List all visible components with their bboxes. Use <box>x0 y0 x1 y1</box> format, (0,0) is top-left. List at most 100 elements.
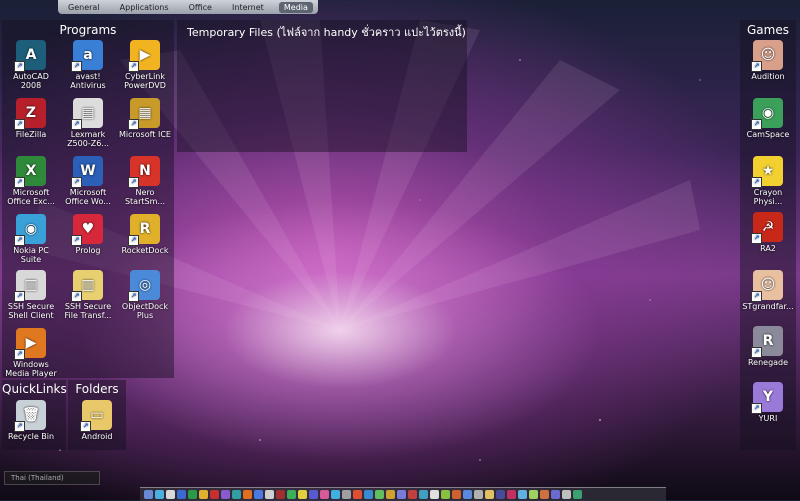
dock-app-icon[interactable] <box>375 490 384 499</box>
shortcut-arrow-icon: ↗ <box>14 291 25 302</box>
dock-app-icon[interactable] <box>265 490 274 499</box>
desktop-shortcut-nero[interactable]: N ↗ Nero StartSm... <box>118 156 172 206</box>
shortcut-arrow-icon: ↗ <box>751 233 762 244</box>
desktop-shortcut-avast[interactable]: a ↗ avast! Antivirus <box>61 40 115 90</box>
shortcut-arrow-icon: ↗ <box>71 177 82 188</box>
powerdvd-icon: ▶ ↗ <box>128 40 160 72</box>
dock-app-icon[interactable] <box>155 490 164 499</box>
dock-app-icon[interactable] <box>474 490 483 499</box>
shortcut-label: Microsoft Office Wo... <box>65 188 111 206</box>
shortcut-arrow-icon: ↗ <box>751 347 762 358</box>
desktop-shortcut-folder[interactable]: ▭ ↗ Android <box>70 400 124 441</box>
desktop-shortcut-word[interactable]: W ↗ Microsoft Office Wo... <box>61 156 115 206</box>
shortcut-arrow-icon: ↗ <box>71 119 82 130</box>
dock-app-icon[interactable] <box>177 490 186 499</box>
dock-app-icon[interactable] <box>529 490 538 499</box>
nero-icon: N ↗ <box>128 156 160 188</box>
shortcut-arrow-icon: ↗ <box>128 235 139 246</box>
dock-app-icon[interactable] <box>573 490 582 499</box>
dock-app-icon[interactable] <box>353 490 362 499</box>
desktop-shortcut-renegade[interactable]: R ↗ Renegade <box>741 326 795 367</box>
tab-office[interactable]: Office <box>184 2 217 13</box>
shortcut-label: CyberLink PowerDVD <box>124 72 166 90</box>
desktop-shortcut-ra2[interactable]: ☭ ↗ RA2 <box>741 212 795 253</box>
dock-app-icon[interactable] <box>452 490 461 499</box>
dock-app-icon[interactable] <box>243 490 252 499</box>
desktop-shortcut-media-player[interactable]: ▶ ↗ Windows Media Player <box>4 328 58 378</box>
shortcut-label: Microsoft ICE <box>119 130 171 139</box>
tab-media[interactable]: Media <box>278 1 313 13</box>
dock-app-icon[interactable] <box>309 490 318 499</box>
shortcut-label: ObjectDock Plus <box>121 302 169 320</box>
dock-app-icon[interactable] <box>298 490 307 499</box>
shortcut-label: Prolog <box>75 246 101 255</box>
desktop-shortcut-printer[interactable]: ▤ ↗ Lexmark Z500-Z6... <box>61 98 115 148</box>
tab-applications[interactable]: Applications <box>115 2 174 13</box>
media-player-icon: ▶ ↗ <box>14 328 46 360</box>
dock-app-icon[interactable] <box>320 490 329 499</box>
dock-app-icon[interactable] <box>232 490 241 499</box>
dock-app-icon[interactable] <box>485 490 494 499</box>
dock-app-icon[interactable] <box>397 490 406 499</box>
shortcut-label: avast! Antivirus <box>70 72 106 90</box>
dock-app-icon[interactable] <box>144 490 153 499</box>
desktop-shortcut-autocad[interactable]: A ↗ AutoCAD 2008 <box>4 40 58 90</box>
dock-app-icon[interactable] <box>210 490 219 499</box>
desktop-shortcut-yuri[interactable]: Y ↗ YURI <box>741 382 795 423</box>
desktop-shortcut-filezilla[interactable]: Z ↗ FileZilla <box>4 98 58 139</box>
shortcut-arrow-icon: ↗ <box>128 61 139 72</box>
camspace-icon: ◉ ↗ <box>751 98 783 130</box>
dock-app-icon[interactable] <box>364 490 373 499</box>
dock-app-icon[interactable] <box>507 490 516 499</box>
dock-app-icon[interactable] <box>419 490 428 499</box>
dock-app-icon[interactable] <box>496 490 505 499</box>
desktop-shortcut-recycle-bin[interactable]: 🗑 ↗ Recycle Bin <box>4 400 58 441</box>
dock-app-icon[interactable] <box>199 490 208 499</box>
shortcut-label: AutoCAD 2008 <box>13 72 49 90</box>
desktop-shortcut-excel[interactable]: X ↗ Microsoft Office Exc... <box>4 156 58 206</box>
excel-icon: X ↗ <box>14 156 46 188</box>
dock-app-icon[interactable] <box>562 490 571 499</box>
desktop-shortcut-crayon-physics[interactable]: ★ ↗ Crayon Physi... <box>741 156 795 206</box>
dock-app-icon[interactable] <box>188 490 197 499</box>
shortcut-label: Lexmark Z500-Z6... <box>67 130 109 148</box>
desktop-shortcut-audition[interactable]: ☺ ↗ Audition <box>741 40 795 81</box>
dock-app-icon[interactable] <box>331 490 340 499</box>
prolog-icon: ♥ ↗ <box>71 214 103 246</box>
folder-icon: ▭ ↗ <box>80 400 112 432</box>
filezilla-icon: Z ↗ <box>14 98 46 130</box>
language-indicator[interactable]: Thai (Thailand) <box>4 471 100 485</box>
desktop-shortcut-ice[interactable]: ▦ ↗ Microsoft ICE <box>118 98 172 139</box>
dock-app-icon[interactable] <box>430 490 439 499</box>
dock-app-icon[interactable] <box>166 490 175 499</box>
dock-app-icon[interactable] <box>540 490 549 499</box>
dock-app-icon[interactable] <box>287 490 296 499</box>
dock-app-icon[interactable] <box>342 490 351 499</box>
tab-general[interactable]: General <box>63 2 105 13</box>
tab-internet[interactable]: Internet <box>227 2 269 13</box>
desktop-shortcut-camspace[interactable]: ◉ ↗ CamSpace <box>741 98 795 139</box>
desktop-shortcut-powerdvd[interactable]: ▶ ↗ CyberLink PowerDVD <box>118 40 172 90</box>
desktop-shortcut-stgrandfar[interactable]: ☺ ↗ STgrandfar... <box>741 270 795 311</box>
desktop-shortcut-ssh-transfer[interactable]: ▥ ↗ SSH Secure File Transf... <box>61 270 115 320</box>
dock-app-icon[interactable] <box>254 490 263 499</box>
desktop-shortcut-ssh-client[interactable]: ▥ ↗ SSH Secure Shell Client <box>4 270 58 320</box>
dock-app-icon[interactable] <box>276 490 285 499</box>
shortcut-arrow-icon: ↗ <box>14 235 25 246</box>
dock-app-icon[interactable] <box>463 490 472 499</box>
temporary-files-fence: Temporary Files (ไฟล์จาก handy ชั่วคราว … <box>177 20 467 152</box>
dock-app-icon[interactable] <box>518 490 527 499</box>
dock-app-icon[interactable] <box>551 490 560 499</box>
autocad-icon: A ↗ <box>14 40 46 72</box>
desktop-shortcut-nokia[interactable]: ◉ ↗ Nokia PC Suite <box>4 214 58 264</box>
desktop-shortcut-objectdock[interactable]: ◎ ↗ ObjectDock Plus <box>118 270 172 320</box>
desktop-shortcut-prolog[interactable]: ♥ ↗ Prolog <box>61 214 115 255</box>
desktop-shortcut-rocketdock[interactable]: R ↗ RocketDock <box>118 214 172 255</box>
shortcut-label: SSH Secure Shell Client <box>7 302 55 320</box>
shortcut-arrow-icon: ↗ <box>71 291 82 302</box>
folders-fence-title: Folders <box>75 382 119 396</box>
dock-app-icon[interactable] <box>386 490 395 499</box>
dock-app-icon[interactable] <box>408 490 417 499</box>
dock-app-icon[interactable] <box>441 490 450 499</box>
dock-app-icon[interactable] <box>221 490 230 499</box>
